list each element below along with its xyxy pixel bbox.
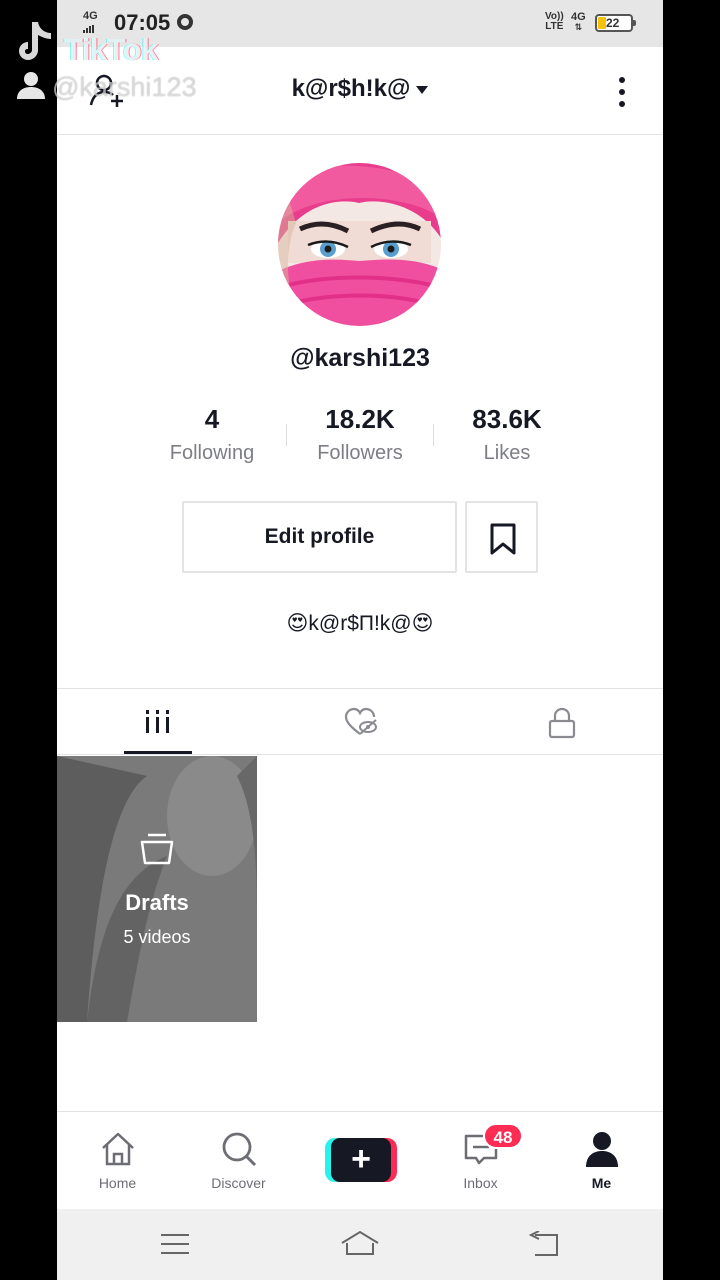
profile-bio: 😍k@r$П!k@😍 [286,612,434,635]
drafts-tile[interactable]: Drafts 5 videos [57,756,257,1022]
volte-indicator: Vo)) LTE [545,12,564,32]
lte-label: LTE [545,21,564,32]
inbox-badge: 48 [483,1123,523,1149]
nav-me[interactable]: Me [541,1112,662,1210]
bottom-navigation: Home Discover + 48 Inbox Me [57,1111,663,1209]
profile-tabs [57,688,663,755]
battery-level: 22 [606,16,620,30]
stat-following-value: 4 [204,404,220,434]
menu-icon[interactable] [159,1231,191,1259]
profile-avatar[interactable] [278,163,441,326]
favorites-button[interactable] [465,501,538,573]
tab-liked[interactable] [259,689,461,755]
mobile-data-indicator: 4G ⇅ [571,12,586,32]
user-icon [17,72,45,99]
nav-me-label: Me [591,1175,612,1191]
watermark-brand: TikTok [64,32,159,67]
drafts-title: Drafts [125,890,189,915]
profile-icon [586,1132,618,1167]
tiktok-logo-icon [19,22,51,60]
nav-home-label: Home [98,1175,137,1191]
nav-inbox-label: Inbox [463,1175,498,1191]
create-video-button[interactable]: + [325,1138,397,1182]
edit-profile-button[interactable]: Edit profile [182,501,457,573]
stat-likes-label: Likes [483,442,531,464]
drafts-count: 5 videos [123,927,191,947]
tab-videos[interactable] [57,689,259,755]
phone-screen: 4G 07:05 Vo)) LTE 4G ⇅ 22 k@r$h!k@ @kars… [57,0,663,1280]
heart-hidden-icon [344,707,377,735]
avatar-image [278,163,441,326]
active-tab-indicator [124,751,192,754]
stat-following-label: Following [169,442,255,464]
tab-private[interactable] [461,689,663,755]
bookmark-icon [490,523,516,555]
drafts-icon [139,832,175,871]
data-arrows-icon: ⇅ [574,22,583,32]
nav-discover-label: Discover [211,1175,266,1191]
home-icon [102,1132,134,1166]
profile-handle: @karshi123 [290,344,430,372]
header-username: k@r$h!k@ [291,75,411,102]
stat-likes-value: 83.6K [472,404,542,434]
nav-inbox[interactable]: 48 Inbox [420,1112,541,1210]
plus-icon: + [331,1138,391,1182]
home-button-icon[interactable] [339,1229,381,1259]
stat-likes: 83.6K Likes [432,402,582,468]
draft-thumbnail [57,756,257,1022]
back-icon[interactable] [527,1231,561,1259]
stat-following[interactable]: 4 Following [137,402,287,468]
tiktok-watermark: TikTok @karshi123 [14,18,234,108]
search-icon [222,1132,257,1167]
lock-icon [548,707,576,739]
stat-followers-label: Followers [317,442,403,464]
stat-followers-value: 18.2K [325,404,395,434]
battery-icon: 22 [595,14,636,32]
grid-icon [146,710,169,733]
nav-discover[interactable]: Discover [178,1112,299,1210]
chevron-down-icon [416,85,429,94]
nav-home[interactable]: Home [57,1112,178,1210]
more-options-button[interactable] [613,75,631,109]
stat-followers[interactable]: 18.2K Followers [285,402,435,468]
system-navigation-bar [57,1209,663,1280]
watermark-username: @karshi123 [52,72,197,102]
